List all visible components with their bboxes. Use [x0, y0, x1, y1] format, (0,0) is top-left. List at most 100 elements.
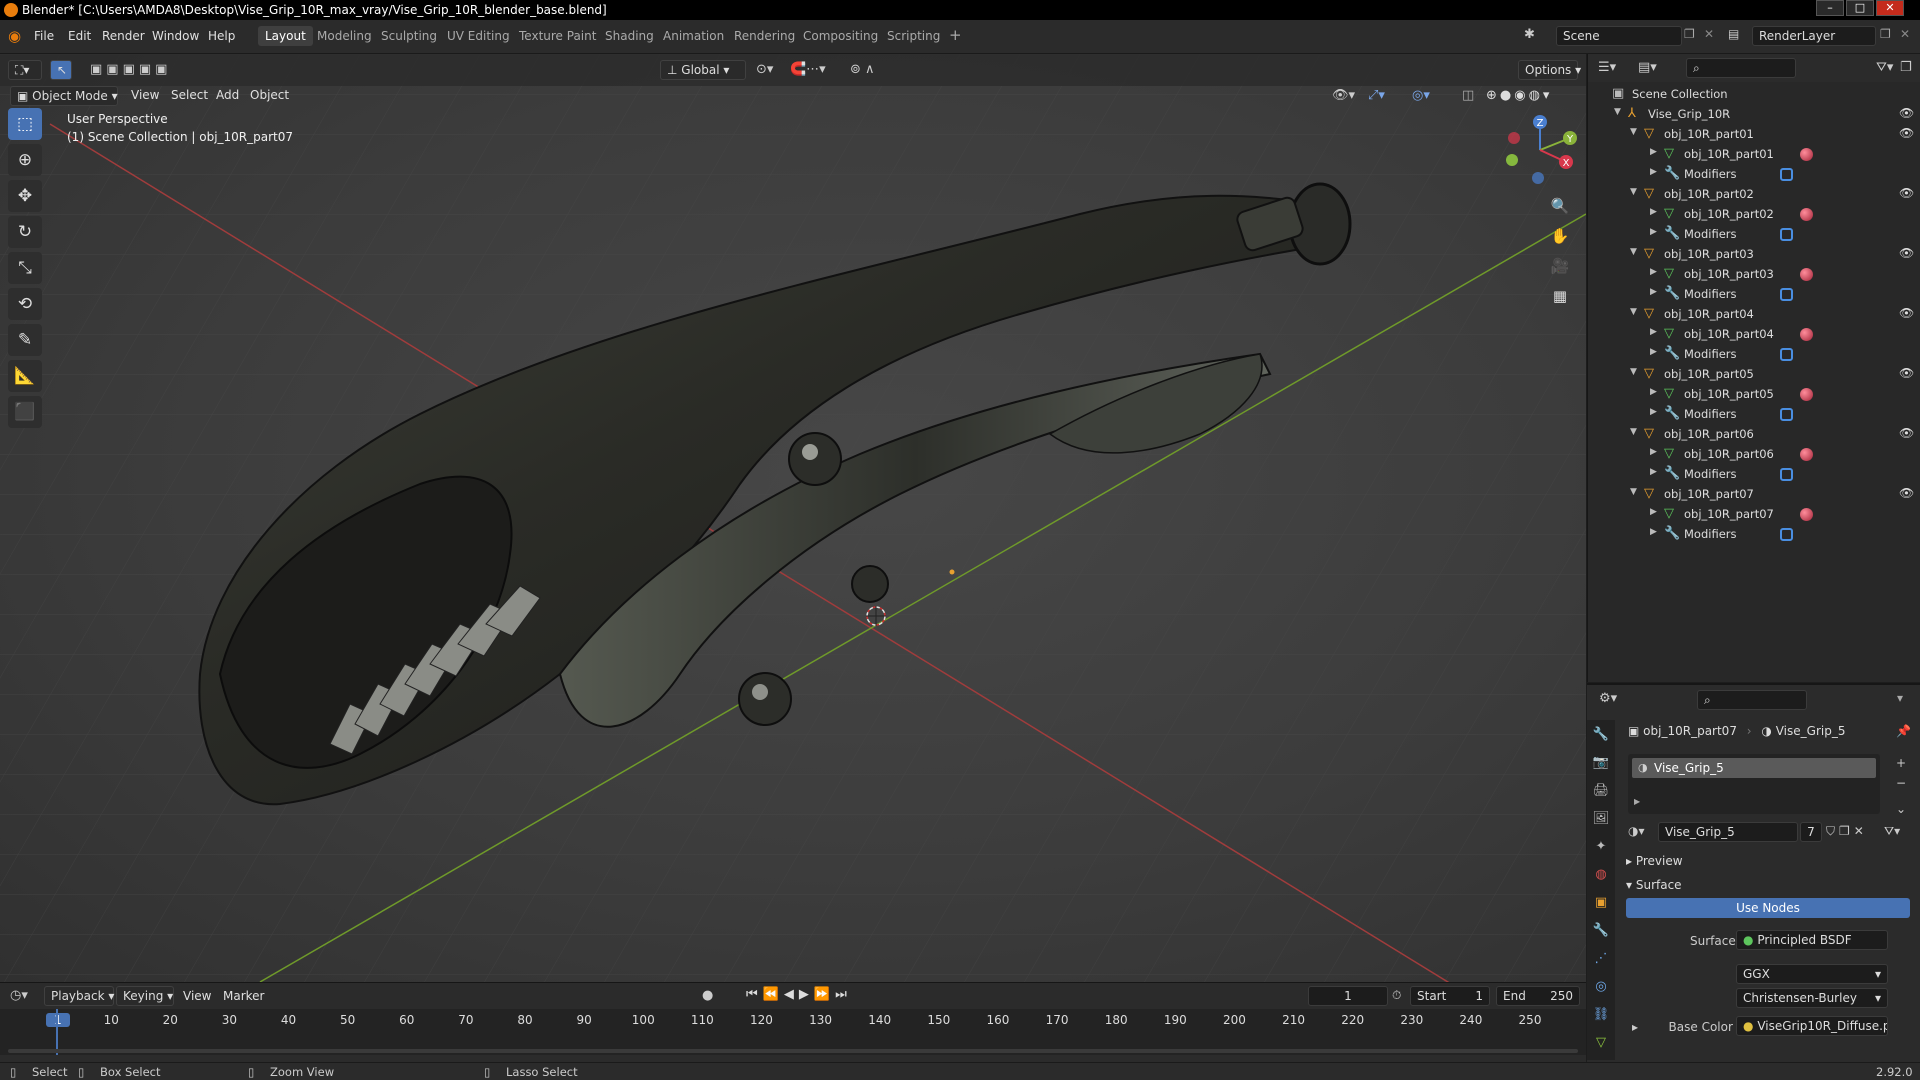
- outliner-row-object[interactable]: ▼ ▽ obj_10R_part06 👁: [1588, 424, 1920, 444]
- start-frame-field[interactable]: Start 1: [1410, 986, 1490, 1006]
- expand-arrow-icon[interactable]: ▶: [1650, 347, 1657, 357]
- collapse-arrow-icon[interactable]: ▼: [1630, 127, 1637, 137]
- modifier-status-icon[interactable]: [1780, 408, 1793, 421]
- eye-icon[interactable]: 👁: [1899, 486, 1914, 500]
- surface-section[interactable]: ▾ Surface: [1626, 878, 1682, 892]
- output-tab-icon[interactable]: 🖨: [1588, 778, 1614, 804]
- properties-search-input[interactable]: ⌕: [1697, 690, 1807, 710]
- eye-icon[interactable]: 👁: [1899, 306, 1914, 320]
- navigation-gizmo[interactable]: Z Y X: [1500, 110, 1580, 190]
- object-mode-dropdown[interactable]: ▣ Object Mode ▾: [10, 86, 118, 106]
- expand-arrow-icon[interactable]: ▶: [1650, 507, 1657, 517]
- collapse-arrow-icon[interactable]: ▼: [1630, 427, 1637, 437]
- timeline-view-menu[interactable]: View: [183, 989, 211, 1003]
- expand-arrow-icon[interactable]: ▶: [1650, 227, 1657, 237]
- camera-view-icon[interactable]: 🎥: [1545, 252, 1575, 280]
- overlays-icon[interactable]: ◎▾: [1412, 88, 1430, 103]
- transform-icon[interactable]: ⟲: [8, 288, 42, 320]
- material-icon[interactable]: [1800, 148, 1813, 161]
- outliner-row-mesh[interactable]: ▶ ▽ obj_10R_part07: [1588, 504, 1920, 524]
- subsurface-method-dropdown[interactable]: Christensen-Burley ▾: [1736, 988, 1888, 1008]
- view-menu[interactable]: View: [131, 88, 159, 102]
- rotate-icon[interactable]: ↻: [8, 216, 42, 248]
- outliner-row-mesh[interactable]: ▶ ▽ obj_10R_part03: [1588, 264, 1920, 284]
- material-slot-item[interactable]: ◑ Vise_Grip_5: [1632, 758, 1876, 778]
- outliner-row-object[interactable]: ▼ ▽ obj_10R_part02 👁: [1588, 184, 1920, 204]
- shading-mode-icons[interactable]: ⊕●◉◍▾: [1486, 88, 1552, 103]
- base-color-texture-field[interactable]: ● ViseGrip10R_Diffuse.png: [1736, 1016, 1888, 1036]
- expand-arrow-icon[interactable]: ▶: [1650, 387, 1657, 397]
- properties-editor-icon[interactable]: ⚙▾: [1599, 691, 1617, 706]
- gizmo-neg-y-icon[interactable]: [1506, 154, 1518, 166]
- scene-selector-icon[interactable]: ✱: [1524, 27, 1535, 42]
- add-cube-icon[interactable]: ⬛: [8, 396, 42, 428]
- options-dropdown[interactable]: Options ▾: [1518, 60, 1581, 80]
- marker-menu[interactable]: Marker: [223, 989, 264, 1003]
- material-name-field[interactable]: Vise_Grip_5: [1658, 822, 1798, 842]
- scene-tab-icon[interactable]: ✦: [1588, 834, 1614, 860]
- zoom-icon[interactable]: 🔍: [1545, 192, 1575, 220]
- outliner-row-modifiers[interactable]: ▶ 🔧 Modifiers: [1588, 404, 1920, 424]
- eye-icon[interactable]: 👁: [1899, 126, 1914, 140]
- tab-modeling[interactable]: Modeling: [310, 26, 379, 46]
- remove-slot-icon[interactable]: −: [1896, 776, 1906, 790]
- outliner-row-modifiers[interactable]: ▶ 🔧 Modifiers: [1588, 164, 1920, 184]
- pan-hand-icon[interactable]: ✋: [1545, 222, 1575, 250]
- menu-render[interactable]: Render: [96, 27, 151, 45]
- close-button[interactable]: ✕: [1876, 0, 1904, 16]
- tab-uv-editing[interactable]: UV Editing: [440, 26, 517, 46]
- collapse-arrow-icon[interactable]: ▼: [1614, 107, 1621, 117]
- eye-icon[interactable]: 👁: [1899, 186, 1914, 200]
- constraints-tab-icon[interactable]: ⛓: [1588, 1002, 1614, 1028]
- tab-texture-paint[interactable]: Texture Paint: [512, 26, 603, 46]
- expand-arrow-icon[interactable]: ▶: [1650, 147, 1657, 157]
- material-icon[interactable]: [1800, 448, 1813, 461]
- move-icon[interactable]: ✥: [8, 180, 42, 212]
- world-tab-icon[interactable]: ◍: [1588, 862, 1614, 888]
- timeline-scrollbar[interactable]: [8, 1049, 1578, 1053]
- expand-arrow-icon[interactable]: ▶: [1650, 527, 1657, 537]
- outliner-row-mesh[interactable]: ▶ ▽ obj_10R_part04: [1588, 324, 1920, 344]
- 3d-viewport[interactable]: [0, 54, 1586, 982]
- eye-icon[interactable]: 👁: [1899, 426, 1914, 440]
- material-icon[interactable]: [1800, 508, 1813, 521]
- display-mode-icon[interactable]: ▤▾: [1638, 60, 1657, 75]
- xray-icon[interactable]: ◫: [1462, 88, 1474, 103]
- blender-menu-icon[interactable]: ◉: [8, 27, 21, 45]
- remove-scene-icon[interactable]: ✕: [1704, 27, 1714, 41]
- outliner-row-mesh[interactable]: ▶ ▽ obj_10R_part01: [1588, 144, 1920, 164]
- outliner-row-mesh[interactable]: ▶ ▽ obj_10R_part06: [1588, 444, 1920, 464]
- material-icon[interactable]: [1800, 388, 1813, 401]
- outliner-row-collection[interactable]: ▼ ⅄ Vise_Grip_10R 👁: [1588, 104, 1920, 124]
- tab-shading[interactable]: Shading: [598, 26, 661, 46]
- distribution-dropdown[interactable]: GGX ▾: [1736, 964, 1888, 984]
- playback-menu[interactable]: Playback ▾: [44, 986, 114, 1006]
- outliner-row-modifiers[interactable]: ▶ 🔧 Modifiers: [1588, 344, 1920, 364]
- tab-rendering[interactable]: Rendering: [727, 26, 802, 46]
- modifier-status-icon[interactable]: [1780, 228, 1793, 241]
- collapse-arrow-icon[interactable]: ▼: [1630, 247, 1637, 257]
- outliner-row-modifiers[interactable]: ▶ 🔧 Modifiers: [1588, 464, 1920, 484]
- material-users-count[interactable]: 7: [1800, 822, 1822, 842]
- properties-options-icon[interactable]: ▾: [1897, 691, 1903, 705]
- timeline-editor-icon[interactable]: ◷▾: [10, 988, 28, 1003]
- collapse-arrow-icon[interactable]: ▼: [1630, 367, 1637, 377]
- select-tool-icon[interactable]: ↖: [50, 60, 72, 80]
- data-tab-icon[interactable]: ▽: [1588, 1030, 1614, 1056]
- filter-icon[interactable]: ⛛▾: [1876, 60, 1893, 75]
- gizmo-toggle-icon[interactable]: ⤢▾: [1368, 88, 1385, 103]
- scale-icon[interactable]: ⤡: [8, 252, 42, 284]
- outliner-row-mesh[interactable]: ▶ ▽ obj_10R_part05: [1588, 384, 1920, 404]
- surface-shader-field[interactable]: ● Principled BSDF: [1736, 930, 1888, 950]
- visibility-icon[interactable]: 👁▾: [1332, 88, 1355, 103]
- tab-animation[interactable]: Animation: [656, 26, 731, 46]
- expand-arrow-icon[interactable]: ▶: [1650, 287, 1657, 297]
- new-scene-icon[interactable]: ❐: [1684, 27, 1695, 41]
- collapse-arrow-icon[interactable]: ▼: [1630, 487, 1637, 497]
- select-box-icon[interactable]: ⬚: [8, 108, 42, 140]
- transform-orientation-dropdown[interactable]: ⊥ Global ▾: [660, 60, 746, 80]
- outliner-row-modifiers[interactable]: ▶ 🔧 Modifiers: [1588, 224, 1920, 244]
- render-layer-icon[interactable]: ▤: [1728, 27, 1739, 41]
- render-tab-icon[interactable]: 📷: [1588, 750, 1614, 776]
- pin-icon[interactable]: 📌: [1896, 724, 1911, 738]
